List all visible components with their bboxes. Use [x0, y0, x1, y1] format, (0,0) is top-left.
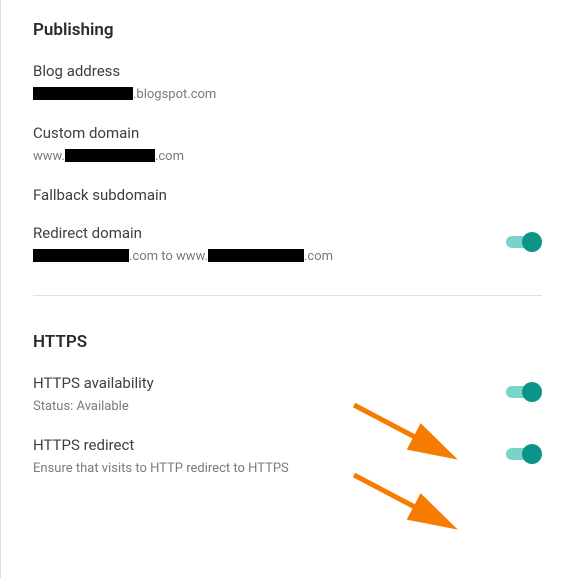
https-availability-toggle[interactable]: [506, 382, 542, 402]
https-redirect-label: HTTPS redirect: [33, 436, 506, 454]
toggle-thumb: [522, 444, 542, 464]
https-redirect-description: Ensure that visits to HTTP redirect to H…: [33, 460, 506, 478]
arrow-annotation-icon: [349, 470, 469, 540]
redacted-block: [208, 249, 304, 262]
redirect-domain-row[interactable]: Redirect domain .com to www..com: [33, 224, 542, 266]
toggle-thumb: [522, 232, 542, 252]
redacted-block: [33, 87, 133, 100]
redirect-domain-label: Redirect domain: [33, 224, 506, 242]
custom-domain-row[interactable]: Custom domain www..com: [33, 124, 542, 166]
custom-domain-label: Custom domain: [33, 124, 542, 142]
fallback-subdomain-row[interactable]: Fallback subdomain: [33, 186, 542, 204]
https-availability-label: HTTPS availability: [33, 374, 506, 392]
https-redirect-row[interactable]: HTTPS redirect Ensure that visits to HTT…: [33, 436, 542, 478]
custom-domain-value: www..com: [33, 148, 542, 166]
publishing-section-title: Publishing: [33, 20, 542, 40]
https-section-title: HTTPS: [33, 332, 542, 352]
redacted-block: [33, 249, 129, 262]
redirect-domain-value: .com to www..com: [33, 248, 506, 266]
https-availability-status: Status: Available: [33, 398, 506, 416]
redacted-block: [65, 149, 155, 162]
toggle-thumb: [522, 382, 542, 402]
blog-address-value: .blogspot.com: [33, 86, 542, 104]
redirect-domain-toggle[interactable]: [506, 232, 542, 252]
blog-address-row[interactable]: Blog address .blogspot.com: [33, 62, 542, 104]
blog-address-label: Blog address: [33, 62, 542, 80]
fallback-subdomain-label: Fallback subdomain: [33, 186, 542, 204]
section-divider: [33, 295, 542, 296]
https-availability-row[interactable]: HTTPS availability Status: Available: [33, 374, 542, 416]
https-redirect-toggle[interactable]: [506, 444, 542, 464]
